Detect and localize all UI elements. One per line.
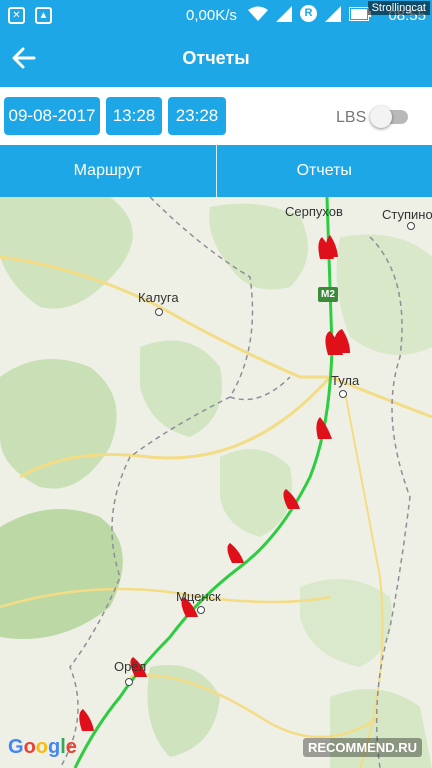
status-bar: ✕ ▲ 0,00K/s R 08:55 Strollingcat — [0, 0, 432, 32]
city-marker — [155, 308, 163, 316]
city-label: Серпухов — [285, 204, 343, 219]
city-label: Мценск — [176, 589, 221, 604]
city-marker — [197, 606, 205, 614]
page-title: Отчеты — [182, 48, 250, 68]
time-from-button[interactable]: 13:28 — [106, 97, 162, 135]
date-picker-button[interactable]: 09-08-2017 — [4, 97, 100, 135]
tab-reports[interactable]: Отчеты — [217, 145, 432, 197]
city-label: Тула — [331, 373, 360, 388]
notification-icon: ✕ — [8, 7, 25, 24]
city-label: Орёл — [114, 659, 147, 674]
city-label: Ступино — [382, 207, 432, 222]
tab-bar: Маршрут Отчеты — [0, 145, 432, 197]
top-watermark: Strollingcat — [367, 1, 430, 15]
r-badge-icon: R — [300, 5, 317, 22]
image-notification-icon: ▲ — [35, 7, 52, 24]
city-marker — [407, 222, 415, 230]
google-logo: Google — [8, 736, 77, 758]
network-speed: 0,00K/s — [186, 7, 237, 24]
signal-icon — [276, 5, 292, 22]
tab-route[interactable]: Маршрут — [0, 145, 216, 197]
signal-icon-2 — [325, 5, 341, 22]
bottom-watermark: RECOMMEND.RU — [302, 738, 422, 757]
wifi-icon — [248, 6, 268, 21]
time-to-button[interactable]: 23:28 — [168, 97, 226, 135]
lbs-label: LBS — [336, 109, 367, 126]
map-view[interactable]: Серпухов Ступино Калуга Тула Мценск Орёл… — [0, 197, 432, 768]
filter-bar: 09-08-2017 13:28 23:28 LBS — [0, 87, 432, 145]
city-marker — [125, 678, 133, 686]
map-canvas — [0, 197, 432, 768]
city-label: Калуга — [138, 290, 179, 305]
lbs-toggle[interactable] — [370, 106, 408, 128]
app-toolbar: Отчеты — [0, 32, 432, 87]
city-marker — [339, 390, 347, 398]
highway-sign: M2 — [318, 287, 338, 302]
toggle-knob — [370, 106, 392, 128]
